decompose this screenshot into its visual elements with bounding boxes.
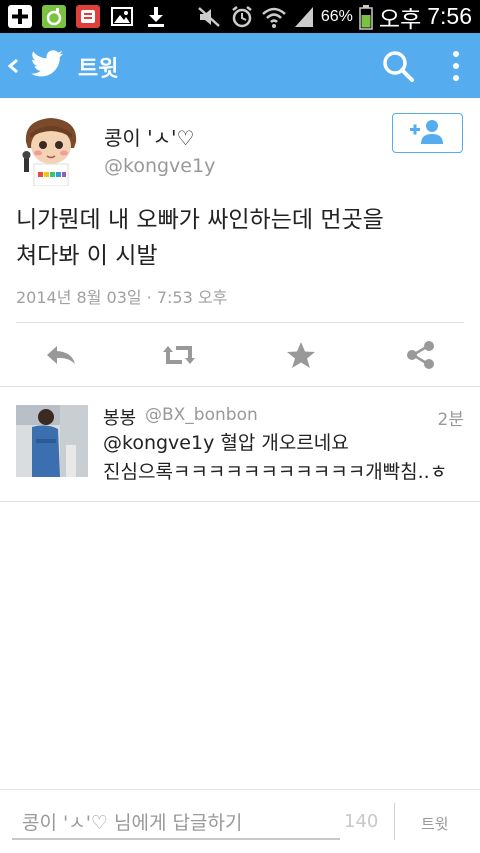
download-icon bbox=[144, 5, 168, 28]
twitter-bird-icon[interactable] bbox=[30, 49, 64, 79]
retweet-icon[interactable] bbox=[162, 340, 196, 370]
author-name[interactable]: 콩이 'ㅅ'♡ bbox=[104, 122, 194, 151]
clock-ampm: 오후 bbox=[378, 5, 422, 32]
reply-text: @kongve1y 혈압 개오르네요 진심으록ㅋㅋㅋㅋㅋㅋㅋㅋㅋㅋㅋ개빡침..ㅎ bbox=[103, 429, 473, 487]
clock-time: 7:56 bbox=[427, 3, 472, 29]
status-bar: 66% 오후 7:56 bbox=[0, 0, 480, 33]
app-green-icon bbox=[42, 5, 66, 28]
image-icon bbox=[110, 5, 134, 28]
reply-icon[interactable] bbox=[44, 340, 78, 370]
search-icon[interactable] bbox=[381, 49, 415, 83]
char-count: 140 bbox=[344, 811, 379, 832]
composer-separator bbox=[394, 803, 395, 840]
share-icon[interactable] bbox=[404, 340, 438, 370]
wifi-icon bbox=[262, 7, 286, 28]
reply-avatar[interactable] bbox=[16, 405, 88, 477]
author-handle[interactable]: @kongve1y bbox=[104, 155, 215, 177]
notification-icons bbox=[8, 5, 168, 28]
divider bbox=[0, 386, 480, 387]
author-avatar[interactable] bbox=[16, 112, 86, 186]
app-red-icon bbox=[76, 5, 100, 28]
back-chevron-icon[interactable] bbox=[5, 51, 21, 81]
signal-icon bbox=[294, 6, 313, 27]
divider bbox=[0, 501, 480, 502]
add-user-icon bbox=[410, 120, 443, 144]
app-bar: 트윗 bbox=[0, 33, 480, 98]
reply-line: 진심으록ㅋㅋㅋㅋㅋㅋㅋㅋㅋㅋㅋ개빡침..ㅎ bbox=[103, 461, 448, 483]
reply-time: 2분 bbox=[437, 410, 464, 430]
tweet-text: 니가뭔데 내 오빠가 싸인하는데 먼곳을 쳐다봐 이 시발 bbox=[16, 202, 466, 274]
favorite-icon[interactable] bbox=[284, 340, 318, 370]
reply-input[interactable] bbox=[12, 808, 340, 840]
add-icon bbox=[8, 5, 32, 28]
battery-percent: 66% bbox=[320, 7, 353, 25]
page-title: 트윗 bbox=[78, 57, 119, 82]
reply-line: @kongve1y 혈압 개오르네요 bbox=[103, 432, 349, 454]
overflow-menu-icon[interactable] bbox=[446, 49, 466, 83]
tweet-timestamp: 2014년 8월 03일 · 7:53 오후 bbox=[16, 288, 228, 307]
tweet-send-button[interactable]: 트윗 bbox=[421, 813, 449, 834]
alarm-icon bbox=[232, 5, 252, 27]
mute-icon bbox=[198, 6, 220, 27]
tweet-actions bbox=[0, 323, 480, 386]
battery-icon bbox=[359, 4, 373, 30]
reply-author-handle[interactable]: @BX_bonbon bbox=[145, 405, 258, 425]
tweet-line: 니가뭔데 내 오빠가 싸인하는데 먼곳을 bbox=[16, 207, 384, 233]
reply-author-name[interactable]: 봉봉 bbox=[103, 404, 136, 430]
system-icons: 66% 오후 7:56 bbox=[197, 0, 472, 33]
follow-button[interactable] bbox=[392, 113, 463, 153]
tweet-line: 쳐다봐 이 시발 bbox=[16, 243, 158, 269]
